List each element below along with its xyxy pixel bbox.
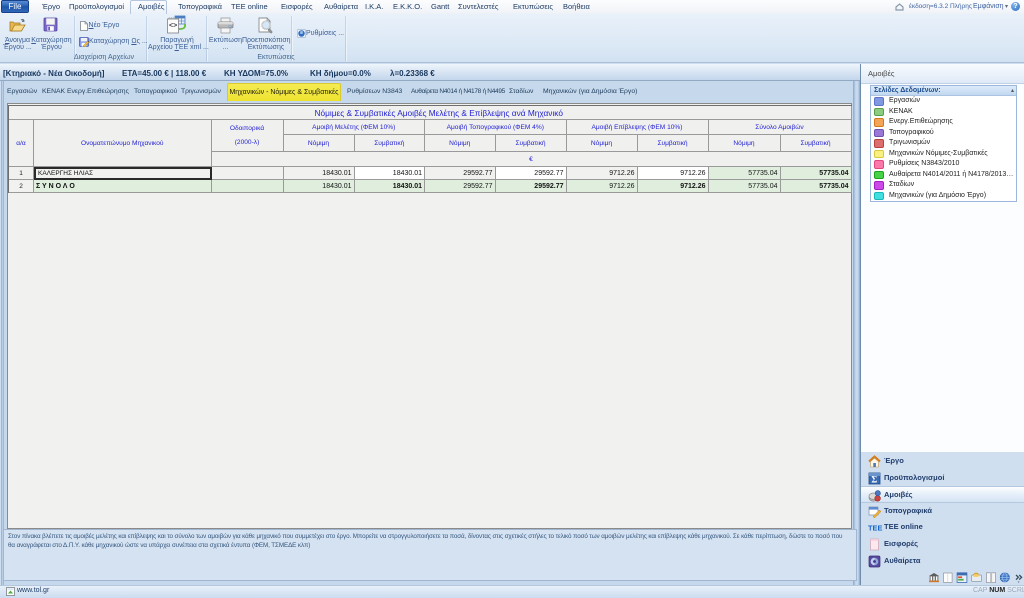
svg-text:Σ: Σ — [871, 474, 877, 484]
svg-text:<>: <> — [169, 23, 177, 30]
svg-text:TEE: TEE — [868, 524, 882, 533]
